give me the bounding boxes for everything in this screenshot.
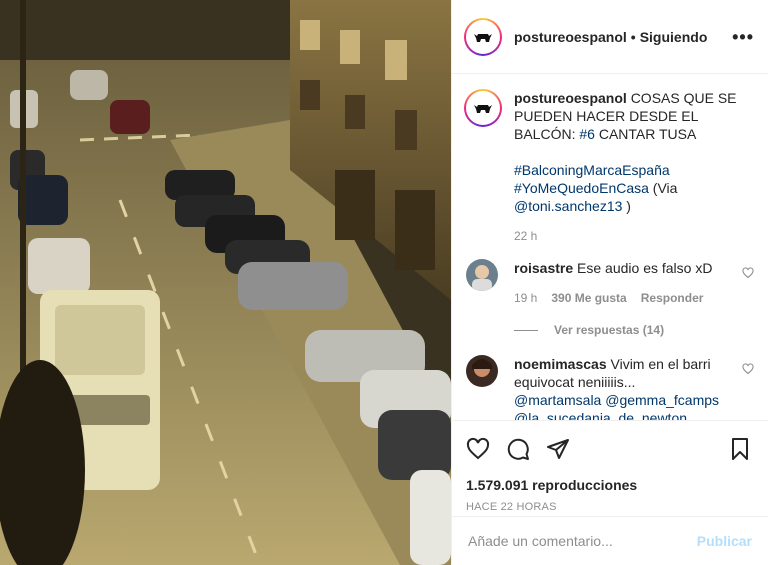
- comment-timestamp: 19 h: [514, 291, 538, 305]
- caption-via: (Via: [648, 180, 678, 196]
- bull-logo-icon: [474, 105, 492, 113]
- comment-likes[interactable]: 390 Me gusta: [551, 289, 626, 307]
- caption-avatar[interactable]: [464, 89, 502, 127]
- post-caption: postureoespanol COSAS QUE SE PUEDEN HACE…: [452, 75, 768, 245]
- divider: [514, 329, 538, 331]
- view-replies-button[interactable]: Ver respuestas (14): [514, 323, 768, 337]
- user-photo-icon: [466, 355, 498, 387]
- caption-username[interactable]: postureoespanol: [514, 90, 627, 106]
- mention-link[interactable]: @gemma_fcamps: [605, 392, 719, 408]
- post-actions: 1.579.091 reproducciones HACE 22 HORAS: [452, 420, 768, 516]
- comment-text: Ese audio es falso xD: [577, 260, 713, 276]
- hashtag-link[interactable]: #6: [579, 126, 595, 142]
- mention-link[interactable]: @la_sucedania_de_newton: [514, 410, 687, 420]
- reply-button[interactable]: Responder: [641, 289, 704, 307]
- bull-logo-icon: [474, 33, 492, 42]
- heart-icon[interactable]: [742, 363, 754, 375]
- share-icon[interactable]: [546, 437, 570, 461]
- bookmark-icon[interactable]: [728, 437, 752, 461]
- caption-text-2: CANTAR TUSA: [594, 126, 697, 142]
- hashtag-link[interactable]: #BalconingMarcaEspaña: [514, 162, 670, 178]
- comment-icon[interactable]: [506, 437, 530, 461]
- heart-icon[interactable]: [466, 437, 490, 461]
- publish-button[interactable]: Publicar: [697, 533, 752, 549]
- mention-link[interactable]: @toni.sanchez13: [514, 198, 622, 214]
- comment-input[interactable]: [468, 533, 697, 549]
- comment-username[interactable]: noemimascas: [514, 356, 607, 372]
- avatar[interactable]: [464, 17, 502, 56]
- separator-dot: •: [630, 28, 636, 45]
- caption-via-close: ): [622, 198, 631, 214]
- comment-item: noemimascas Vivim en el barri equivocat …: [452, 355, 768, 420]
- following-button[interactable]: Siguiendo: [640, 29, 708, 45]
- post-side-panel: postureoespanol • Siguiendo ••• postureo…: [451, 0, 768, 565]
- post-header: postureoespanol • Siguiendo •••: [452, 0, 768, 74]
- header-username[interactable]: postureoespanol: [514, 29, 627, 45]
- heart-icon[interactable]: [742, 267, 754, 279]
- mention-link[interactable]: @martamsala: [514, 392, 601, 408]
- comment-username[interactable]: roisastre: [514, 260, 573, 276]
- comment-item: roisastre Ese audio es falso xD 19 h 390…: [452, 259, 768, 307]
- add-comment-bar: Publicar: [452, 516, 768, 565]
- avatar[interactable]: [466, 355, 498, 387]
- user-photo-icon: [466, 259, 498, 291]
- caption-timestamp: 22 h: [514, 229, 538, 243]
- comments-area[interactable]: postureoespanol COSAS QUE SE PUEDEN HACE…: [452, 75, 768, 420]
- more-options-icon[interactable]: •••: [732, 28, 754, 46]
- post-timestamp: HACE 22 HORAS: [466, 501, 557, 513]
- post-video[interactable]: [0, 0, 451, 565]
- hashtag-link[interactable]: #YoMeQuedoEnCasa: [514, 180, 649, 196]
- street-video-frame: [0, 0, 451, 565]
- avatar[interactable]: [466, 259, 498, 291]
- view-count[interactable]: 1.579.091 reproducciones: [466, 477, 752, 493]
